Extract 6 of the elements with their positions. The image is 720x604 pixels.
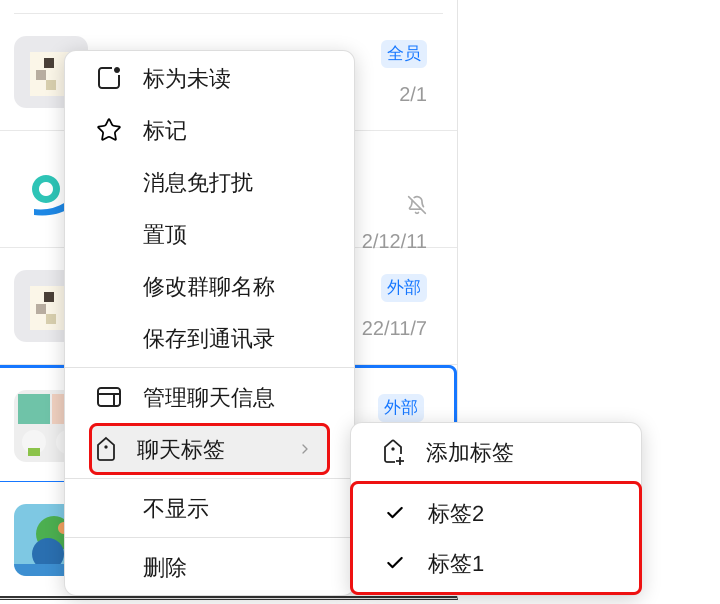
date-text: 2/12/11: [362, 230, 427, 255]
date-text: 2/1: [399, 82, 427, 108]
date-text: 22/11/7: [362, 316, 427, 342]
tag-badge: 外部: [381, 274, 427, 302]
tag-badge: 外部: [378, 394, 424, 422]
tag-badge: 全员: [381, 40, 427, 68]
